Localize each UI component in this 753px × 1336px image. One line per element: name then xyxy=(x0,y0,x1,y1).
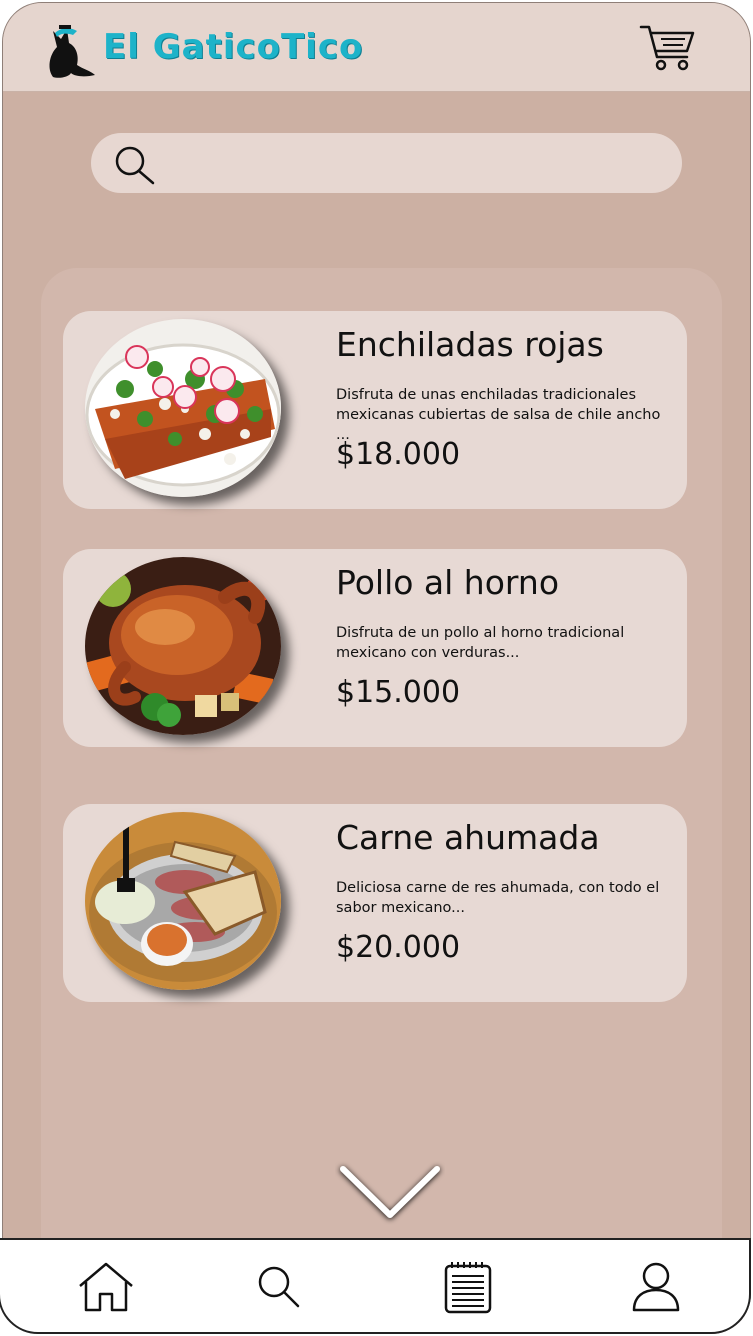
search-input[interactable] xyxy=(163,143,657,185)
product-description: Deliciosa carne de res ahumada, con todo… xyxy=(336,880,660,916)
smoked-beef-photo xyxy=(85,812,281,990)
product-title: Pollo al horno xyxy=(336,563,560,602)
product-price: $20.000 xyxy=(336,930,461,965)
product-list: Enchiladas rojas Disfruta de unas enchil… xyxy=(41,268,722,1243)
bottom-navigation xyxy=(0,1238,751,1334)
app-screen: El GaticoTico Enchiladas rojas Disfruta … xyxy=(2,2,751,1334)
product-card-pollo[interactable]: Pollo al horno Disfruta de un pollo al h… xyxy=(63,549,687,747)
user-profile-icon[interactable] xyxy=(626,1260,686,1316)
product-price: $18.000 xyxy=(336,437,461,472)
product-price: $15.000 xyxy=(336,675,461,710)
chevron-down-icon[interactable] xyxy=(335,1161,445,1225)
shopping-cart-icon[interactable] xyxy=(639,23,695,73)
search-icon[interactable] xyxy=(250,1260,310,1316)
product-description: Disfruta de un pollo al horno tradiciona… xyxy=(336,625,625,661)
top-header: El GaticoTico xyxy=(3,3,750,92)
home-icon[interactable] xyxy=(76,1260,136,1316)
product-title: Enchiladas rojas xyxy=(336,325,604,364)
product-description: Disfruta de unas enchiladas tradicionale… xyxy=(336,387,661,443)
search-icon[interactable] xyxy=(113,145,157,185)
search-bar[interactable] xyxy=(91,133,682,193)
roast-chicken-photo xyxy=(85,557,281,735)
product-title: Carne ahumada xyxy=(336,818,600,857)
menu-list-icon[interactable] xyxy=(438,1260,498,1316)
product-card-enchiladas[interactable]: Enchiladas rojas Disfruta de unas enchil… xyxy=(63,311,687,509)
brand-title: El GaticoTico xyxy=(103,27,364,67)
product-card-carne[interactable]: Carne ahumada Deliciosa carne de res ahu… xyxy=(63,804,687,1002)
cat-logo-icon xyxy=(49,25,95,78)
enchiladas-photo xyxy=(85,319,281,497)
